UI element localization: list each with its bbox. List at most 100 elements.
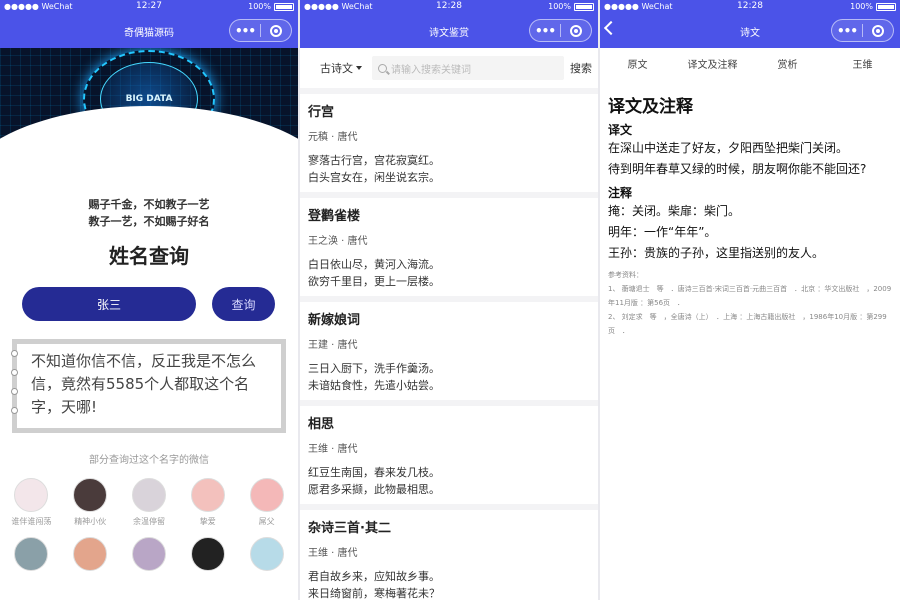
- caret-down-icon: [356, 66, 362, 70]
- notes-label: 注释: [608, 186, 633, 200]
- poem-author: 王维 · 唐代: [308, 548, 358, 559]
- tab-author[interactable]: 王维: [825, 56, 900, 71]
- poem-list: 行宫元稹 · 唐代寥落古行宫，宫花寂寞红。 白头宫女在，闲坐说玄宗。登鹳雀楼王之涣…: [300, 94, 598, 600]
- user-avatar-item[interactable]: 挚爱: [178, 478, 237, 527]
- poem-author: 王建 · 唐代: [308, 340, 358, 351]
- note-line: 掩：关闭。柴扉：柴门。: [608, 204, 741, 218]
- status-bar: ●●●●● WeChat 12:28 100%: [600, 0, 900, 14]
- tab-appreciation[interactable]: 赏析: [750, 56, 825, 71]
- battery-icon: [876, 2, 896, 11]
- poem-detail-screen: ●●●●● WeChat 12:28 100% 诗文 ••• 原文 译文及注释 …: [600, 0, 900, 600]
- poem-lines: 君自故乡来，应知故乡事。 来日绮窗前，寒梅著花未？: [308, 570, 440, 600]
- poem-list-screen: ●●●●● WeChat 12:28 100% 诗文鉴赏 ••• 古诗文 请输入…: [300, 0, 598, 600]
- more-menu-icon[interactable]: •••: [832, 21, 862, 41]
- nav-title: 诗文鉴赏: [429, 27, 469, 39]
- nav-title: 诗文: [740, 27, 760, 39]
- poem-title: 相思: [308, 417, 335, 432]
- hero-banner: BIG DATA: [0, 48, 298, 166]
- avatar-nickname: 余温停留: [132, 517, 165, 526]
- nav-bar: 奇偶猫源码 •••: [0, 14, 298, 48]
- avatar: [73, 478, 108, 512]
- user-avatar-item[interactable]: [178, 537, 237, 575]
- references: 参考资料： 1、 蘅塘退士 等 ．唐诗三百首·宋词三百首·元曲三百首 ．北京 ：…: [608, 271, 892, 335]
- tab-translation[interactable]: 译文及注释: [675, 56, 750, 71]
- poem-author: 王之涣 · 唐代: [308, 236, 368, 247]
- close-miniprogram-icon[interactable]: [863, 24, 893, 37]
- tab-original[interactable]: 原文: [600, 56, 675, 71]
- avatar: [14, 537, 49, 571]
- back-arrow-icon[interactable]: [603, 20, 619, 36]
- name-input[interactable]: 张三: [22, 287, 196, 321]
- user-avatar-item[interactable]: [61, 537, 120, 575]
- avatar-nickname: 精神小伙: [74, 517, 107, 526]
- battery-label: 100%: [548, 2, 571, 11]
- user-avatar-item[interactable]: 余温停留: [120, 478, 179, 527]
- miniprogram-capsule: •••: [529, 19, 592, 42]
- poem-title: 杂诗三首·其二: [308, 521, 391, 536]
- poem-card[interactable]: 杂诗三首·其二王维 · 唐代君自故乡来，应知故乡事。 来日绮窗前，寒梅著花未？: [300, 510, 598, 600]
- avatar: [14, 478, 49, 512]
- miniprogram-capsule: •••: [229, 19, 292, 42]
- detail-tabs: 原文 译文及注释 赏析 王维: [600, 48, 900, 78]
- battery-label: 100%: [248, 2, 271, 11]
- avatar: [131, 478, 166, 512]
- poem-lines: 红豆生南国，春来发几枝。 愿君多采撷，此物最相思。: [308, 466, 440, 496]
- query-row: 张三 查询: [0, 287, 298, 321]
- user-avatar-item[interactable]: 精神小伙: [61, 478, 120, 527]
- status-bar: ●●●●● WeChat 12:27 100%: [0, 0, 298, 14]
- translation-content: 译文及注释 译文 在深山中送走了好友，夕阳西坠把柴门关闭。 待到明年春草又绿的时…: [600, 78, 900, 338]
- search-input[interactable]: 请输入搜索关键词: [372, 56, 564, 80]
- poem-card[interactable]: 行宫元稹 · 唐代寥落古行宫，宫花寂寞红。 白头宫女在，闲坐说玄宗。: [300, 94, 598, 192]
- search-button[interactable]: 搜索: [564, 60, 592, 76]
- status-bar: ●●●●● WeChat 12:28 100%: [300, 0, 598, 14]
- user-avatar-item[interactable]: [2, 537, 61, 575]
- nav-bar: 诗文 •••: [600, 14, 900, 48]
- user-avatar-item[interactable]: 谁伴谁闯荡: [2, 478, 61, 527]
- poem-title: 登鹳雀楼: [308, 209, 361, 224]
- note-line: 王孙：贵族的子孙，这里指送别的友人。: [608, 246, 825, 260]
- poem-title: 行宫: [308, 105, 335, 120]
- user-avatar-item[interactable]: [120, 537, 179, 575]
- section-heading: 译文及注释: [608, 97, 693, 117]
- close-miniprogram-icon[interactable]: [261, 24, 291, 37]
- poem-lines: 白日依山尽，黄河入海流。 欲穷千里目，更上一层楼。: [308, 258, 440, 288]
- avatar-nickname: 谁伴谁闯荡: [11, 517, 52, 526]
- search-icon: [378, 63, 387, 73]
- user-avatar-item[interactable]: 屌父: [237, 478, 296, 527]
- more-menu-icon[interactable]: •••: [530, 21, 560, 41]
- name-query-screen: ●●●●● WeChat 12:27 100% 奇偶猫源码 ••• BIG DA…: [0, 0, 298, 600]
- translation-line: 在深山中送走了好友，夕阳西坠把柴门关闭。: [608, 141, 849, 155]
- poem-card[interactable]: 相思王维 · 唐代红豆生南国，春来发几枝。 愿君多采撷，此物最相思。: [300, 406, 598, 504]
- avatar: [131, 537, 166, 571]
- poem-lines: 三日入厨下，洗手作羹汤。 未谙姑食性，先遣小姑尝。: [308, 362, 440, 392]
- poem-title: 新嫁娘词: [308, 313, 361, 328]
- poem-card[interactable]: 新嫁娘词王建 · 唐代三日入厨下，洗手作羹汤。 未谙姑食性，先遣小姑尝。: [300, 302, 598, 400]
- poem-card[interactable]: 登鹳雀楼王之涣 · 唐代白日依山尽，黄河入海流。 欲穷千里目，更上一层楼。: [300, 198, 598, 296]
- screenshot-collage: ●●●●● WeChat 12:27 100% 奇偶猫源码 ••• BIG DA…: [0, 0, 900, 600]
- battery-icon: [274, 2, 294, 11]
- avatar: [249, 537, 284, 571]
- motto: 赐子千金，不如教子一艺 教子一艺，不如赐子好名: [88, 198, 210, 228]
- nav-bar: 诗文鉴赏 •••: [300, 14, 598, 48]
- avatar: [190, 537, 225, 571]
- query-button[interactable]: 查询: [212, 287, 275, 321]
- poem-lines: 寥落古行宫，宫花寂寞红。 白头宫女在，闲坐说玄宗。: [308, 154, 440, 184]
- poem-author: 元稹 · 唐代: [308, 132, 358, 143]
- user-avatar-item[interactable]: [237, 537, 296, 575]
- avatar: [73, 537, 108, 571]
- translation-line: 待到明年春草又绿的时候，朋友啊你能不能回还?: [608, 162, 867, 176]
- category-dropdown[interactable]: 古诗文: [306, 60, 372, 76]
- translation-label: 译文: [608, 123, 633, 137]
- user-avatar-grid: 谁伴谁闯荡 精神小伙 余温停留 挚爱 屌父: [0, 478, 298, 575]
- battery-label: 100%: [850, 2, 873, 11]
- page-title: 姓名查询: [109, 244, 189, 268]
- search-bar: 古诗文 请输入搜索关键词 搜索: [300, 48, 598, 88]
- poem-author: 王维 · 唐代: [308, 444, 358, 455]
- miniprogram-capsule: •••: [831, 19, 894, 42]
- result-notice: 不知道你信不信，反正我是不怎么信，竟然有5585个人都取这个名字，天哪!: [11, 339, 286, 433]
- close-miniprogram-icon[interactable]: [561, 24, 591, 37]
- battery-icon: [574, 2, 594, 11]
- note-line: 明年：一作“年年”。: [608, 225, 717, 239]
- avatar-nickname: 屌父: [258, 517, 275, 526]
- more-menu-icon[interactable]: •••: [230, 21, 260, 41]
